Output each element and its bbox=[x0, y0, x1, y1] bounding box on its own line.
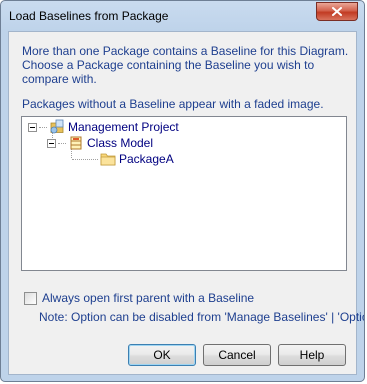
collapse-toggle[interactable] bbox=[47, 138, 56, 148]
project-icon bbox=[49, 119, 65, 135]
dialog-window: Load Baselines from Package More than on… bbox=[0, 0, 365, 382]
window-title: Load Baselines from Package bbox=[9, 9, 169, 23]
instruction-line-3: compare with. bbox=[22, 72, 97, 86]
tree-item-class-model[interactable]: Class Model bbox=[47, 135, 153, 151]
class-model-icon bbox=[68, 135, 84, 151]
faded-image-note: Packages without a Baseline appear with … bbox=[22, 97, 324, 111]
always-open-first-parent-option[interactable]: Always open first parent with a Baseline bbox=[24, 291, 254, 305]
dialog-content: More than one Package contains a Baselin… bbox=[8, 31, 364, 375]
checkbox-label: Always open first parent with a Baseline bbox=[42, 291, 255, 305]
cancel-button[interactable]: Cancel bbox=[203, 344, 271, 366]
option-note: Note: Option can be disabled from 'Manag… bbox=[39, 310, 365, 324]
ok-button[interactable]: OK bbox=[128, 344, 196, 366]
tree-item-label: Class Model bbox=[87, 136, 154, 150]
instruction-text: More than one Package contains a Baselin… bbox=[22, 44, 349, 86]
close-button[interactable] bbox=[316, 2, 358, 21]
help-button[interactable]: Help bbox=[278, 344, 346, 366]
tree-item-management-project[interactable]: Management Project bbox=[28, 119, 179, 135]
instruction-line-2: Choose a Package containing the Baseline… bbox=[22, 58, 315, 72]
package-folder-icon bbox=[100, 151, 116, 167]
close-icon bbox=[332, 7, 342, 16]
collapse-toggle[interactable] bbox=[28, 122, 37, 132]
title-bar[interactable]: Load Baselines from Package bbox=[1, 1, 364, 31]
tree-item-label: PackageA bbox=[119, 152, 174, 166]
package-tree[interactable]: Management Project Class Model PackageA bbox=[21, 116, 347, 271]
tree-item-label: Management Project bbox=[68, 120, 179, 134]
instruction-line-1: More than one Package contains a Baselin… bbox=[22, 44, 349, 58]
always-open-first-parent-checkbox[interactable] bbox=[24, 291, 37, 305]
tree-item-packagea[interactable]: PackageA bbox=[72, 151, 174, 167]
